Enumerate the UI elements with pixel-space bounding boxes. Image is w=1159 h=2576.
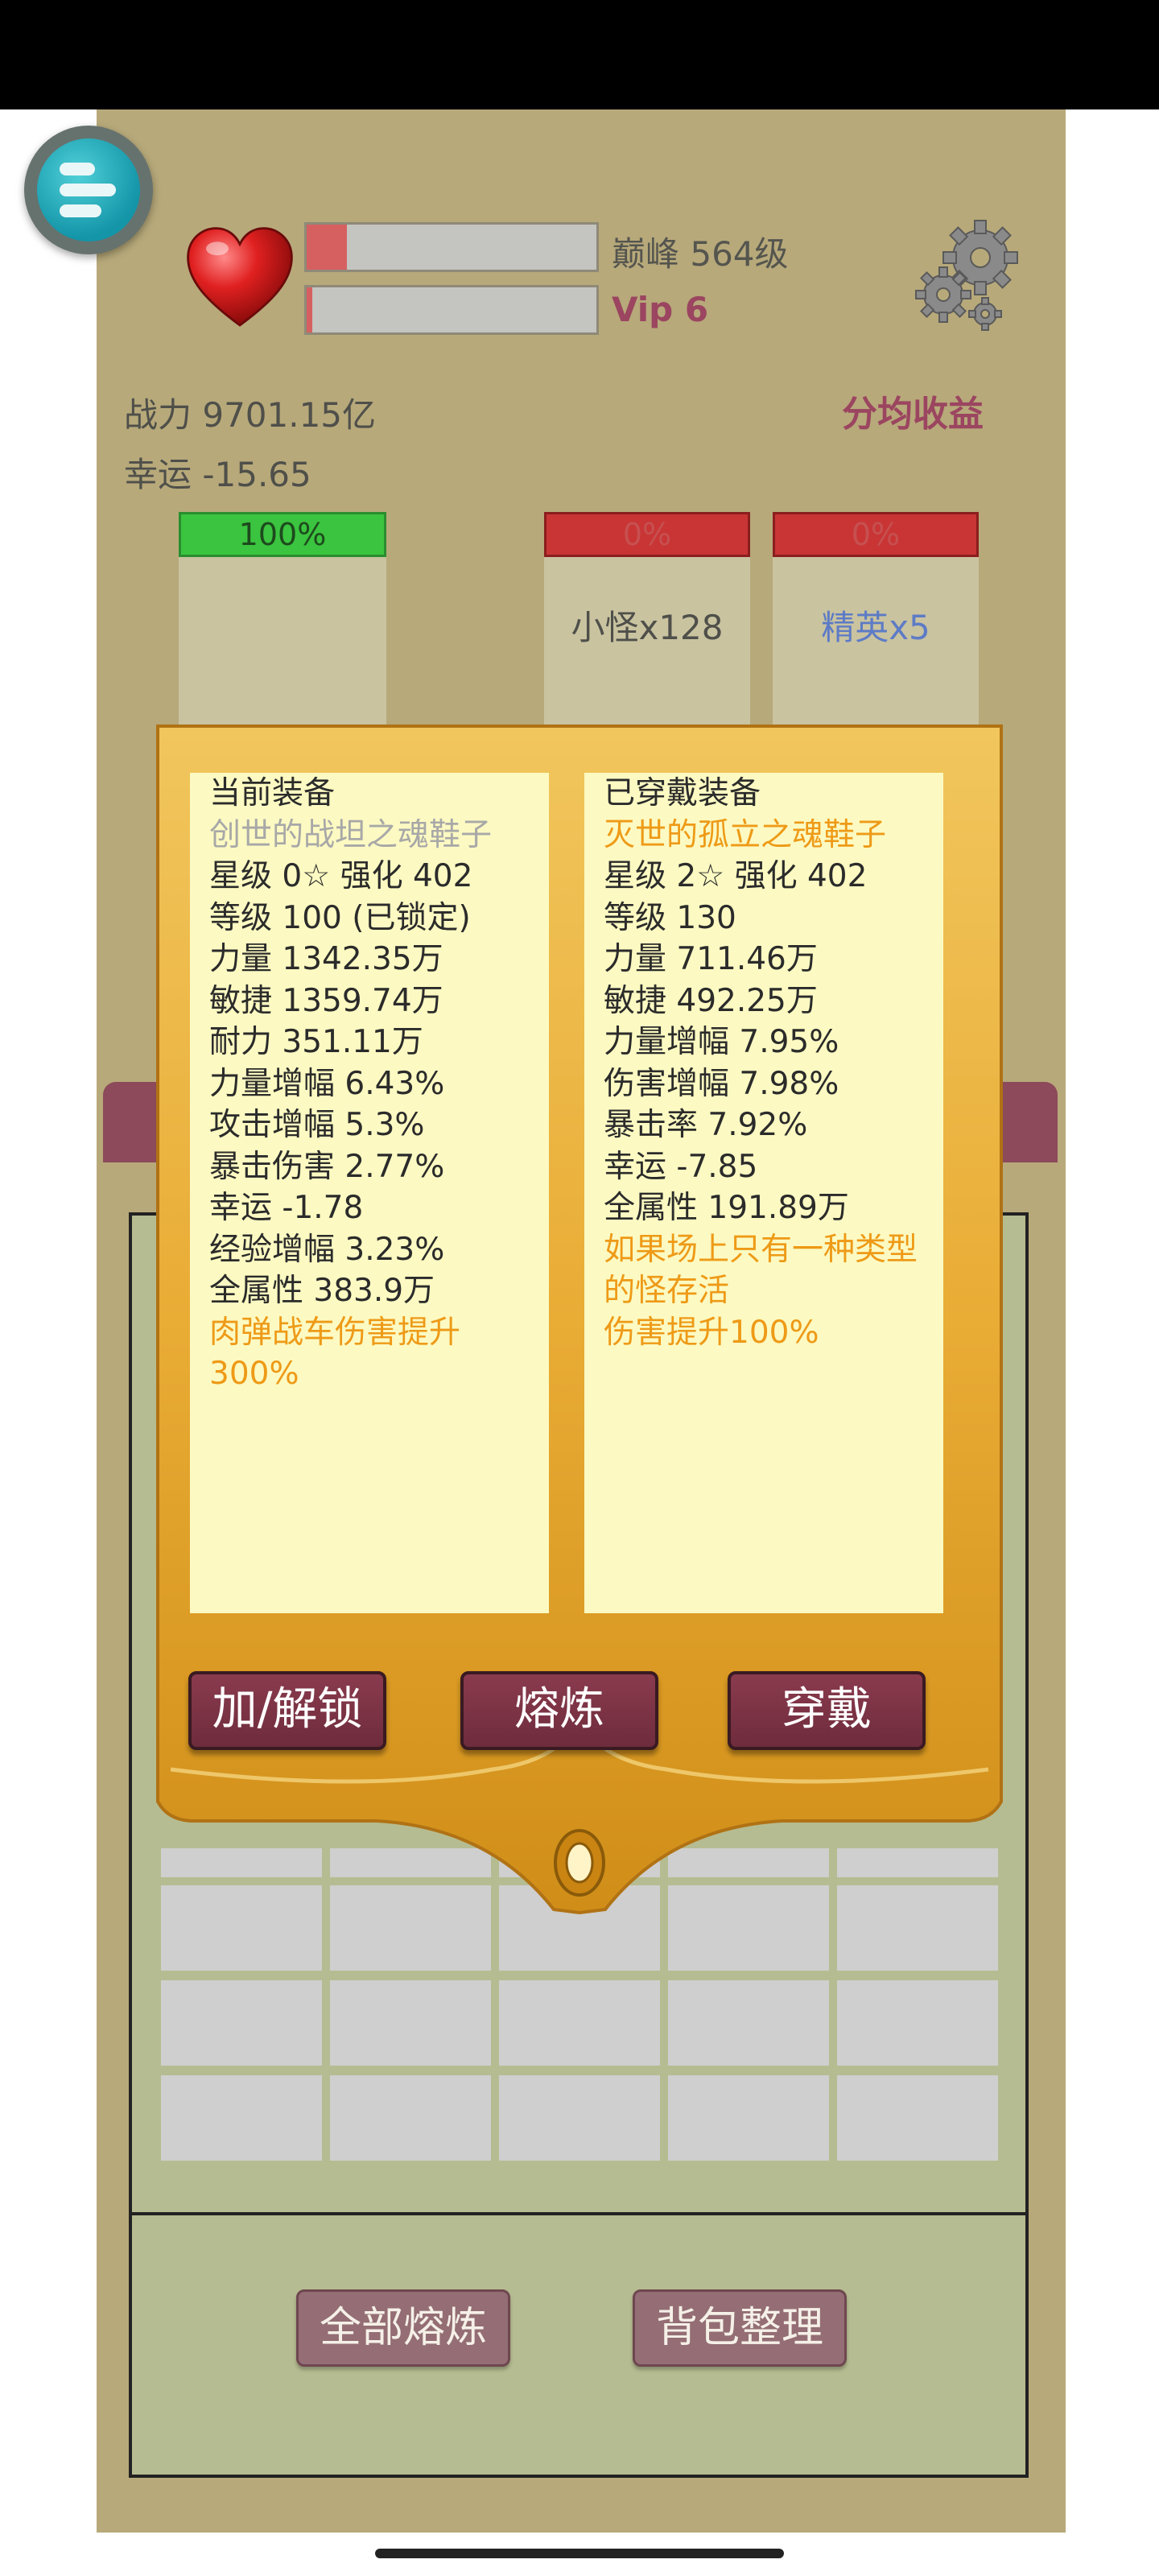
stat-line: 星级 2☆ 强化 402: [604, 858, 868, 894]
hp-bar-fill: [307, 225, 348, 270]
level-text: 巅峰 564级: [612, 234, 789, 274]
lock-toggle-button[interactable]: 加/解锁: [188, 1671, 386, 1750]
stat-line: 星级 0☆ 强化 402: [209, 858, 473, 894]
inventory-slot[interactable]: [668, 2075, 829, 2161]
stat-line: 全属性 383.9万: [209, 1273, 435, 1309]
equipped-equipment-panel: 已穿戴装备 灭世的孤立之魂鞋子 星级 2☆ 强化 402 等级 130 力量 711…: [584, 773, 943, 1613]
exp-bar: [304, 285, 599, 335]
column-percent: 100%: [179, 512, 386, 557]
share-income-link[interactable]: 分均收益: [842, 385, 984, 436]
inventory-slot[interactable]: [330, 2075, 491, 2161]
inventory-divider: [129, 2212, 1029, 2215]
inventory-slot[interactable]: [499, 2075, 660, 2161]
stat-line: 等级 100 (已锁定): [209, 899, 471, 936]
column-percent: 0%: [773, 512, 979, 557]
settings-gear-icon[interactable]: [914, 219, 1019, 332]
inventory-slot[interactable]: [668, 1980, 829, 2066]
luck-text: 幸运 -15.65: [124, 455, 311, 494]
stat-line: 攻击增幅 5.3%: [209, 1107, 425, 1143]
stat-line: 力量 1342.35万: [209, 941, 443, 977]
progress-column-2[interactable]: 0% 小怪x128: [544, 512, 750, 729]
equipped-special-effect-2: 伤害提升100%: [604, 1314, 819, 1351]
exp-bar-fill: [307, 287, 313, 332]
menu-icon: [37, 138, 140, 242]
inventory-slot[interactable]: [837, 2075, 998, 2161]
current-header: 当前装备: [209, 775, 336, 811]
column-label: 小怪x128: [571, 608, 724, 647]
current-equipment-panel: 当前装备 创世的战坦之魂鞋子 星级 0☆ 强化 402 等级 100 (已锁定) 力…: [190, 773, 549, 1613]
equipped-special-effect: 如果场上只有一种类型的怪存活: [604, 1231, 918, 1310]
heart-icon: [187, 227, 293, 327]
home-indicator[interactable]: [375, 2549, 784, 2558]
stat-line: 力量 711.46万: [604, 941, 818, 977]
stat-line: 力量增幅 6.43%: [209, 1065, 445, 1102]
stat-line: 敏捷 492.25万: [604, 982, 818, 1019]
inventory-slot[interactable]: [837, 1980, 998, 2066]
inventory-slot[interactable]: [499, 1980, 660, 2066]
progress-column-1[interactable]: 100%: [179, 512, 386, 729]
stat-line: 耐力 351.11万: [209, 1024, 423, 1060]
wear-button[interactable]: 穿戴: [728, 1671, 926, 1750]
smelt-all-button[interactable]: 全部熔炼: [296, 2289, 510, 2367]
column-label: 精英x5: [821, 608, 930, 647]
stat-line: 暴击伤害 2.77%: [209, 1148, 445, 1185]
vip-text: Vip 6: [612, 290, 709, 329]
inventory-slot[interactable]: [161, 2075, 322, 2161]
hp-bar: [304, 222, 599, 272]
stat-line: 幸运 -7.85: [604, 1148, 758, 1185]
inventory-slot[interactable]: [161, 1980, 322, 2066]
stat-line: 暴击率 7.92%: [604, 1107, 808, 1143]
current-item-name: 创世的战坦之魂鞋子: [209, 816, 493, 853]
smelt-button[interactable]: 熔炼: [460, 1671, 658, 1750]
inventory-slot[interactable]: [330, 1980, 491, 2066]
stat-line: 伤害增幅 7.98%: [604, 1065, 839, 1102]
status-bar: [0, 0, 1159, 109]
stat-line: 敏捷 1359.74万: [209, 982, 443, 1019]
sort-bag-button[interactable]: 背包整理: [633, 2289, 847, 2367]
menu-button[interactable]: [24, 126, 153, 254]
power-text: 战力 9701.15亿: [124, 395, 377, 435]
column-percent: 0%: [544, 512, 750, 557]
stat-line: 全属性 191.89万: [604, 1190, 849, 1226]
equipped-item-name: 灭世的孤立之魂鞋子: [604, 816, 887, 853]
current-special-effect: 肉弹战车伤害提升300%: [209, 1314, 461, 1393]
stat-line: 经验增幅 3.23%: [209, 1231, 445, 1268]
progress-column-3[interactable]: 0% 精英x5: [773, 512, 979, 729]
stat-line: 力量增幅 7.95%: [604, 1024, 839, 1060]
equipped-header: 已穿戴装备: [604, 775, 761, 811]
stat-line: 幸运 -1.78: [209, 1190, 364, 1226]
stat-line: 等级 130: [604, 899, 736, 936]
